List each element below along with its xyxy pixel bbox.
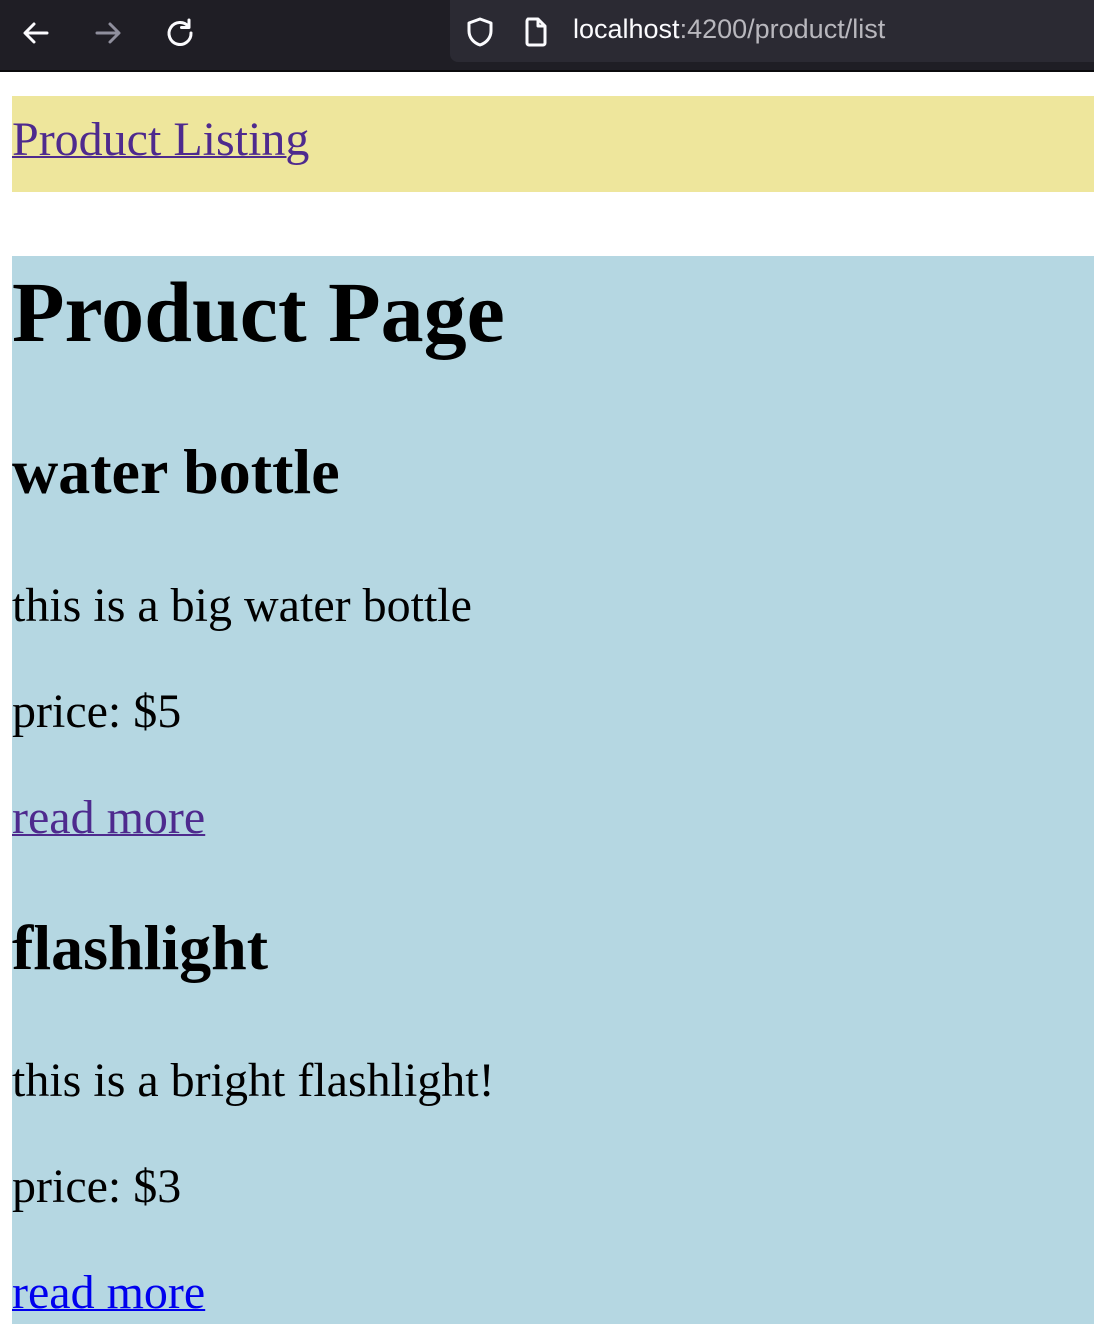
read-more-link[interactable]: read more	[12, 1265, 205, 1321]
url-host: localhost	[573, 14, 680, 44]
product-name: flashlight	[12, 912, 269, 983]
product-name: water bottle	[12, 436, 340, 507]
arrow-right-icon	[92, 17, 124, 49]
url-text[interactable]: localhost:4200/product/list	[573, 14, 885, 45]
reload-icon	[164, 17, 196, 49]
page-title: Product Page	[12, 264, 505, 360]
forward-button[interactable]	[88, 13, 128, 53]
page-icon[interactable]	[520, 16, 552, 48]
page-header: Product Listing	[12, 96, 1094, 192]
product-description: this is a big water bottle	[12, 579, 472, 632]
shield-icon[interactable]	[464, 16, 496, 48]
arrow-left-icon	[20, 17, 52, 49]
browser-toolbar: localhost:4200/product/list	[0, 0, 1094, 72]
product-listing-link[interactable]: Product Listing	[12, 112, 309, 167]
product-price: price: $3	[12, 1160, 182, 1213]
reload-button[interactable]	[160, 13, 200, 53]
product-price: price: $5	[12, 685, 182, 738]
product-page-content: Product Page water bottle this is a big …	[12, 256, 1094, 1324]
back-button[interactable]	[16, 13, 56, 53]
read-more-link[interactable]: read more	[12, 790, 205, 846]
url-path: :4200/product/list	[679, 14, 886, 44]
product-description: this is a bright flashlight!	[12, 1054, 495, 1107]
address-bar[interactable]: localhost:4200/product/list	[450, 0, 1094, 62]
